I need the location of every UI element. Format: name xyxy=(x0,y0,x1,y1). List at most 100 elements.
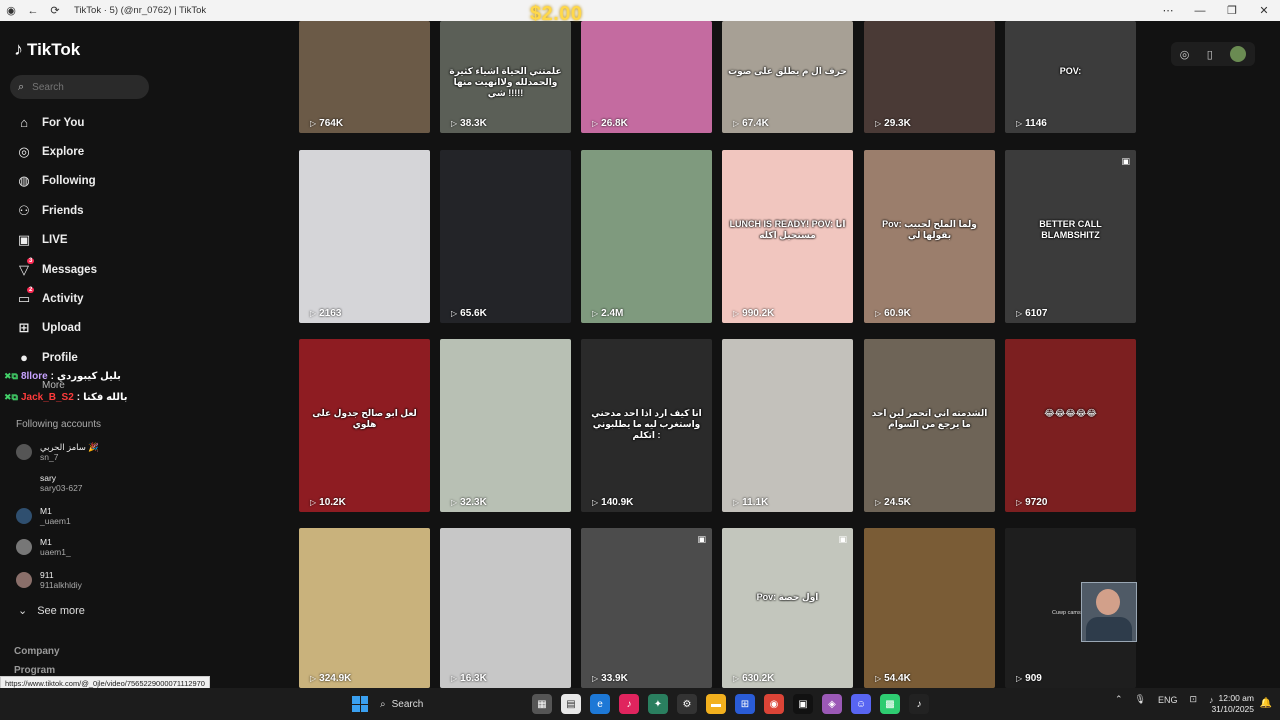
view-count-value: 33.9K xyxy=(601,673,628,684)
taskbar-search[interactable]: ⌕ Search xyxy=(380,694,530,714)
nav-following[interactable]: ◍ Following xyxy=(0,167,160,196)
video-tile[interactable]: ▷ 65.6K xyxy=(440,150,571,323)
view-count-value: 67.4K xyxy=(742,118,769,129)
video-tile[interactable]: ▷ 26.8K xyxy=(581,21,712,133)
notification-icon[interactable]: 🔔 xyxy=(1260,698,1272,709)
language-indicator[interactable]: ENG xyxy=(1158,695,1178,705)
account-item[interactable]: M1 uaem1_ xyxy=(16,537,71,557)
nav-profile[interactable]: ● Profile xyxy=(0,343,160,372)
task-view-icon[interactable]: ▦ xyxy=(532,694,552,714)
chrome-icon[interactable]: ◉ xyxy=(764,694,784,714)
discord-icon[interactable]: ☺ xyxy=(851,694,871,714)
search-box[interactable]: ⌕ xyxy=(10,75,149,99)
video-tile[interactable]: LUNCH IS READY! POV: انا مستحيل اكله ▷ 990… xyxy=(722,150,853,323)
play-icon: ▷ xyxy=(875,674,882,683)
video-tile[interactable]: انا كيف ارد اذا احد مدحني واستغرب ليه ما… xyxy=(581,339,712,512)
account-handle: _uaem1 xyxy=(40,516,71,526)
video-tile[interactable]: ▷ 764K xyxy=(299,21,430,133)
mic-icon[interactable]: 🎙 xyxy=(1135,694,1146,705)
video-tile[interactable]: ▷ 16.3K xyxy=(440,528,571,688)
video-tile[interactable]: ▷ 2163 xyxy=(299,150,430,323)
play-icon: ▷ xyxy=(451,119,458,128)
minimize-icon[interactable]: — xyxy=(1184,0,1216,21)
account-handle: sn_7 xyxy=(40,452,59,462)
coins-icon[interactable]: ◎ xyxy=(1180,48,1190,61)
view-count-value: 54.4K xyxy=(884,673,911,684)
view-count: ▷ 65.6K xyxy=(451,308,487,319)
folder-icon[interactable]: ▬ xyxy=(706,694,726,714)
video-tile[interactable]: الشدمته اني اتحمر لين احد ما يرجع من الس… xyxy=(864,339,995,512)
app-icon[interactable]: ✦ xyxy=(648,694,668,714)
user-avatar[interactable] xyxy=(1230,46,1247,62)
video-tile[interactable]: ▷ 29.3K xyxy=(864,21,995,133)
video-tile[interactable]: 😂😂😂😂😂 ▷ 9720 xyxy=(1005,339,1136,512)
view-count-value: 26.8K xyxy=(601,118,628,129)
settings-icon[interactable]: ⚙ xyxy=(677,694,697,714)
device-icon[interactable]: ▯ xyxy=(1207,48,1213,61)
tiktok-app-icon[interactable]: ♪ xyxy=(619,694,639,714)
file-icon[interactable]: ▤ xyxy=(561,694,581,714)
tiktok-logo[interactable]: ♪ TikTok xyxy=(14,39,80,60)
view-count: ▷ 10.2K xyxy=(310,497,346,508)
nav-activity[interactable]: ▭ 2 Activity xyxy=(0,284,160,313)
nav-upload[interactable]: ⊞ Upload xyxy=(0,314,160,343)
footer-company[interactable]: Company xyxy=(14,646,60,657)
nav-explore[interactable]: ◎ Explore xyxy=(0,137,160,166)
account-item[interactable]: sary sary03-627 xyxy=(16,473,83,493)
video-tile[interactable]: Pov: ولما الملح لحبيب بقولها لي ▷ 60.9K xyxy=(864,150,995,323)
edge-icon[interactable]: e xyxy=(590,694,610,714)
see-more-button[interactable]: ⌄ See more xyxy=(18,604,85,618)
app3-icon[interactable]: ▩ xyxy=(880,694,900,714)
start-icon[interactable] xyxy=(352,696,368,712)
play-icon: ▷ xyxy=(451,309,458,318)
video-tile[interactable]: ▷ 32.3K xyxy=(440,339,571,512)
chevron-down-icon: ⌄ xyxy=(18,605,28,617)
view-count-value: 764K xyxy=(319,118,344,129)
account-item[interactable]: 911 911alkhldiy xyxy=(16,570,82,590)
account-item[interactable]: M1 _uaem1 xyxy=(16,506,71,526)
video-tile[interactable]: ▷ 54.4K xyxy=(864,528,995,688)
video-tile[interactable]: ▣ ▷ 33.9K xyxy=(581,528,712,688)
nav-label: Upload xyxy=(42,322,81,335)
chevron-up-icon[interactable]: ⌃ xyxy=(1115,694,1123,705)
video-tile[interactable]: BETTER CALL BLAMBSHITZ ▣ ▷ 6107 xyxy=(1005,150,1136,323)
play-icon: ▷ xyxy=(1016,674,1023,683)
play-icon: ▷ xyxy=(733,674,740,683)
account-name: سامز الحربي 🎉 xyxy=(40,442,99,452)
clock[interactable]: 12:00 am 31/10/2025 xyxy=(1211,693,1254,715)
tiktok-live-icon[interactable]: ♪ xyxy=(909,694,929,714)
video-caption: POV: xyxy=(1059,65,1082,76)
nav-messages[interactable]: ▽ 3 Messages xyxy=(0,255,160,284)
webcam-label: Cuwp cams xyxy=(1052,610,1081,616)
view-count-value: 630.2K xyxy=(742,673,775,684)
nav-friends[interactable]: ⚇ Friends xyxy=(0,196,160,225)
app2-icon[interactable]: ◈ xyxy=(822,694,842,714)
video-tile[interactable]: علمتني الحياة اشياء كثيرة والحمدلله ولاا… xyxy=(440,21,571,133)
video-tile[interactable]: ▷ 324.9K xyxy=(299,528,430,688)
network-icon[interactable]: ⊡ xyxy=(1190,694,1198,705)
nav-live[interactable]: ▣ LIVE xyxy=(0,226,160,255)
video-tile[interactable]: لعل ابو صالح جدول على هلوي ▷ 10.2K xyxy=(299,339,430,512)
maximize-icon[interactable]: ❐ xyxy=(1216,0,1248,21)
account-name: M1 xyxy=(40,506,52,516)
video-tile[interactable]: ▷ 2.4M xyxy=(581,150,712,323)
view-count-value: 2.4M xyxy=(601,308,624,319)
terminal-icon[interactable]: ▣ xyxy=(793,694,813,714)
back-icon[interactable]: ← xyxy=(22,0,44,21)
menu-dots-icon[interactable]: ⋯ xyxy=(1152,0,1184,21)
video-tile[interactable]: POV: ▷ 1146 xyxy=(1005,21,1136,133)
nav-for-you[interactable]: ⌂ For You xyxy=(0,108,160,137)
footer-program[interactable]: Program xyxy=(14,665,55,676)
store-icon[interactable]: ⊞ xyxy=(735,694,755,714)
play-icon: ▷ xyxy=(875,309,882,318)
play-icon: ▷ xyxy=(451,674,458,683)
video-tile[interactable]: Pov: اول حصة ▣ ▷ 630.2K xyxy=(722,528,853,688)
close-icon[interactable]: ✕ xyxy=(1248,0,1280,21)
video-tile[interactable]: حرف ال م يطلق على صوت ▷ 67.4K xyxy=(722,21,853,133)
video-tile[interactable]: ▷ 11.1K xyxy=(722,339,853,512)
reload-icon[interactable]: ⟳ xyxy=(44,0,66,21)
account-item[interactable]: سامز الحربي 🎉 sn_7 xyxy=(16,442,99,462)
play-icon: ▷ xyxy=(733,119,740,128)
search-input[interactable] xyxy=(30,80,135,94)
play-icon: ▷ xyxy=(1016,309,1023,318)
